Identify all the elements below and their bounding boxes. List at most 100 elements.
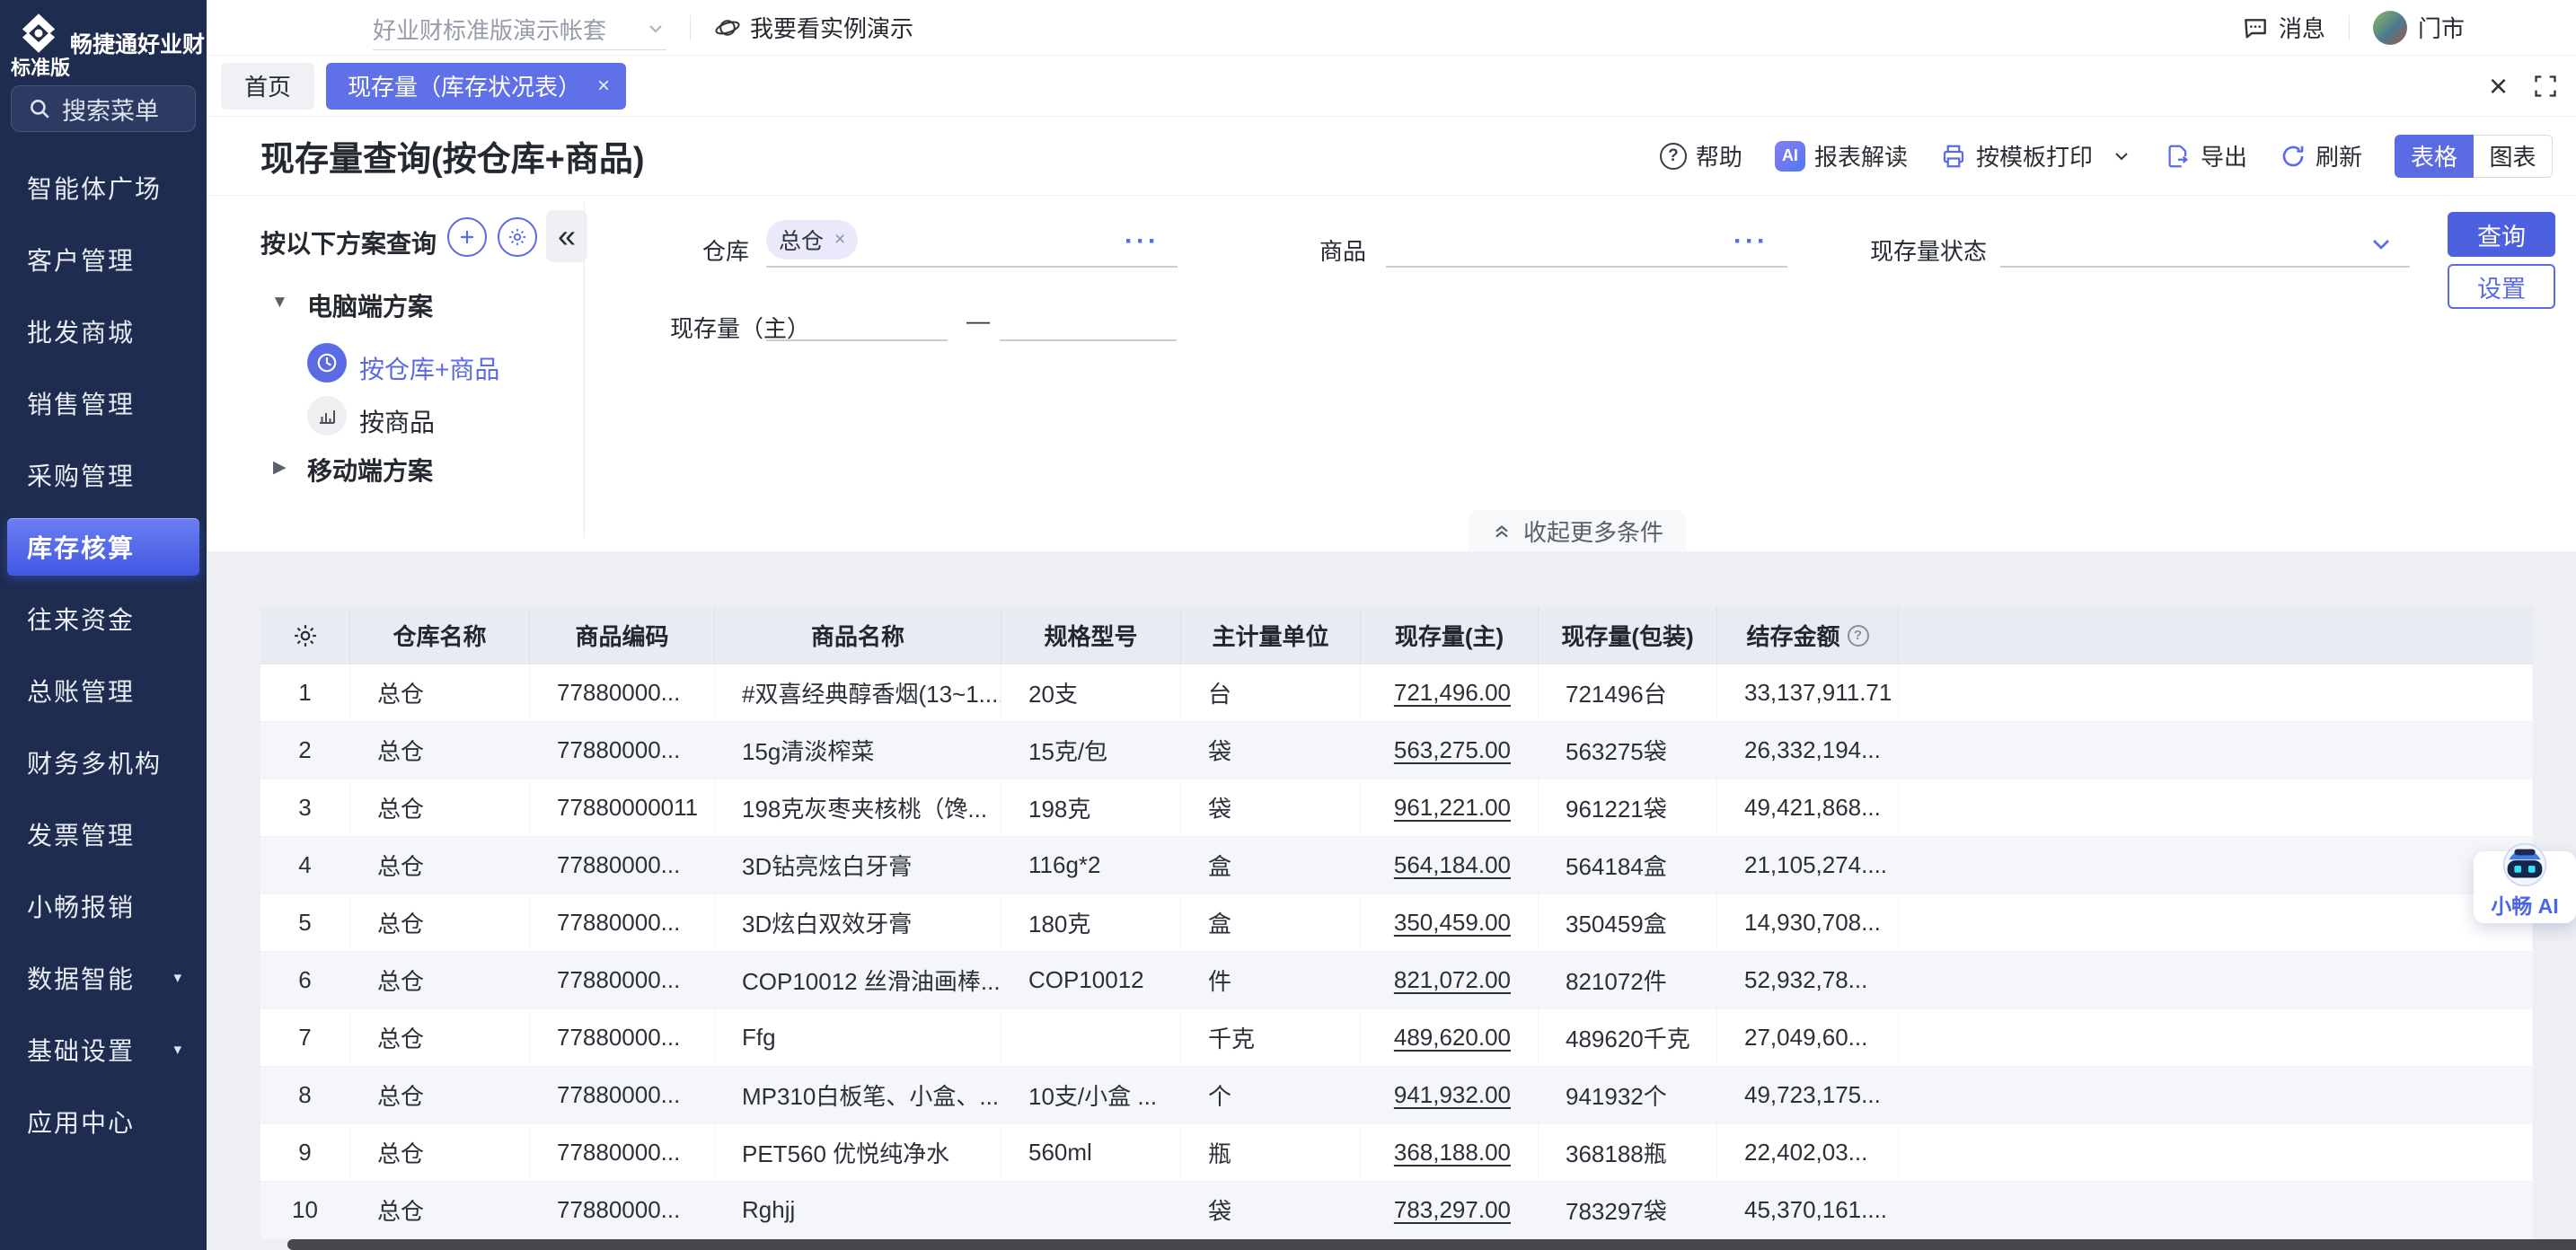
add-scheme-button[interactable] (447, 217, 487, 257)
close-all-tabs-icon[interactable]: × (2489, 70, 2508, 102)
sidebar-item-12[interactable]: 数据智能▾ (7, 949, 199, 1007)
column-header-2[interactable]: 商品编码 (530, 607, 715, 665)
tab-close-icon[interactable]: × (597, 74, 610, 99)
settings-button[interactable]: 设置 (2448, 264, 2555, 309)
horizontal-scrollbar[interactable] (287, 1239, 2576, 1250)
sidebar-item-13[interactable]: 基础设置▾ (7, 1021, 199, 1078)
cell-blank (1899, 665, 2533, 722)
cell-qty[interactable]: 961,221.00 (1361, 779, 1539, 837)
column-header-3[interactable]: 商品名称 (715, 607, 1001, 665)
cell-amount: 27,049,60... (1717, 1009, 1899, 1067)
column-header-7[interactable]: 现存量(包装) (1539, 607, 1717, 665)
scheme-item-product[interactable]: 按商品 (359, 403, 435, 439)
cell-qty[interactable]: 368,188.00 (1361, 1124, 1539, 1182)
caret-right-icon[interactable]: ▶ (273, 457, 287, 478)
cell-qty[interactable]: 564,184.00 (1361, 837, 1539, 894)
caret-down-icon[interactable]: ▼ (271, 293, 288, 312)
row-number: 7 (260, 1009, 350, 1067)
cell-text: 77880000... (557, 736, 680, 764)
sidebar-item-10[interactable]: 发票管理 (7, 805, 199, 863)
stock-status-select[interactable] (2000, 266, 2410, 268)
cell-qty[interactable]: 721,496.00 (1361, 665, 1539, 722)
cell-name: PET560 优悦纯净水 (715, 1124, 1001, 1182)
sidebar-item-label: 批发商城 (27, 313, 135, 349)
sidebar-item-1[interactable]: 智能体广场 (7, 159, 199, 216)
help-label: 帮助 (1696, 139, 1742, 172)
cell-qty[interactable]: 941,932.00 (1361, 1067, 1539, 1124)
tab-home[interactable]: 首页 (221, 63, 314, 110)
ai-assistant-widget[interactable]: 小畅 AI (2474, 851, 2576, 923)
column-header-8[interactable]: 结存金额? (1717, 607, 1899, 665)
print-template-button[interactable]: 按模板打印 (1940, 139, 2132, 172)
refresh-label: 刷新 (2316, 139, 2362, 172)
column-header-label: 主计量单位 (1212, 619, 1328, 652)
sidebar-item-4[interactable]: 销售管理 (7, 374, 199, 432)
qty-link: 489,620.00 (1394, 1024, 1511, 1052)
column-header-1[interactable]: 仓库名称 (350, 607, 530, 665)
sidebar-item-2[interactable]: 客户管理 (7, 231, 199, 288)
column-header-4[interactable]: 规格型号 (1001, 607, 1181, 665)
search-button[interactable]: 查询 (2448, 212, 2555, 257)
sidebar-item-9[interactable]: 财务多机构 (7, 734, 199, 791)
product-input[interactable] (1386, 266, 1787, 268)
cell-qty[interactable]: 350,459.00 (1361, 894, 1539, 952)
chevron-down-icon[interactable] (2111, 145, 2132, 167)
ai-interpret-button[interactable]: AI 报表解读 (1775, 139, 1908, 172)
scheme-item-warehouse-product[interactable]: 按仓库+商品 (359, 350, 499, 386)
messages-button[interactable]: 消息 (2241, 11, 2325, 44)
cell-code: 77880000... (530, 1067, 715, 1124)
cell-text: 1 (298, 679, 311, 707)
qty-link: 941,932.00 (1394, 1081, 1511, 1109)
tab-stock-report[interactable]: 现存量（库存状况表） × (326, 63, 626, 110)
cell-text: 15g清淡榨菜 (742, 734, 874, 767)
warehouse-tag-label: 总仓 (779, 224, 824, 256)
table-area: 仓库名称商品编码商品名称规格型号主计量单位现存量(主)现存量(包装)结存金额? 1… (207, 551, 2576, 1250)
cell-blank (1899, 837, 2533, 894)
cell-qty-pkg: 821072件 (1539, 952, 1717, 1009)
qty-min-input[interactable] (766, 339, 948, 341)
sidebar-item-11[interactable]: 小畅报销 (7, 877, 199, 935)
chevron-down-icon[interactable] (2367, 230, 2395, 259)
warehouse-tag[interactable]: 总仓 × (766, 220, 858, 260)
sidebar-item-14[interactable]: 应用中心 (7, 1093, 199, 1150)
fullscreen-icon[interactable] (2533, 74, 2558, 99)
export-button[interactable]: 导出 (2165, 139, 2247, 172)
search-menu[interactable]: 搜索菜单 (11, 85, 196, 132)
help-button[interactable]: ? 帮助 (1660, 139, 1742, 172)
qty-max-input[interactable] (1000, 339, 1177, 341)
cell-qty-pkg: 350459盒 (1539, 894, 1717, 952)
column-header-6[interactable]: 现存量(主) (1361, 607, 1539, 665)
cell-qty[interactable]: 489,620.00 (1361, 1009, 1539, 1067)
tree-group-pc[interactable]: 电脑端方案 (307, 287, 433, 323)
sidebar-item-7[interactable]: 往来资金 (7, 590, 199, 647)
row-number: 8 (260, 1067, 350, 1124)
demo-link[interactable]: 我要看实例演示 (714, 11, 913, 44)
column-header-5[interactable]: 主计量单位 (1181, 607, 1361, 665)
view-chart-button[interactable]: 图表 (2474, 135, 2553, 178)
cell-qty[interactable]: 563,275.00 (1361, 722, 1539, 779)
view-table-button[interactable]: 表格 (2395, 135, 2474, 178)
tree-group-mobile[interactable]: 移动端方案 (307, 452, 433, 488)
user-menu[interactable]: 门市 (2373, 11, 2465, 45)
cell-qty[interactable]: 783,297.00 (1361, 1182, 1539, 1239)
scheme-settings-button[interactable] (498, 217, 537, 257)
sidebar-item-8[interactable]: 总账管理 (7, 662, 199, 719)
cell-spec: 20支 (1001, 665, 1181, 722)
ai-assistant-label: 小畅 AI (2491, 889, 2558, 920)
collapse-more-button[interactable]: 收起更多条件 (1469, 510, 1686, 551)
collapse-panel-button[interactable]: « (546, 210, 587, 262)
cell-text: 20支 (1028, 676, 1078, 709)
tag-remove-icon[interactable]: × (834, 229, 845, 251)
cell-qty[interactable]: 821,072.00 (1361, 952, 1539, 1009)
sidebar-item-6[interactable]: 库存核算 (7, 518, 199, 576)
account-selector[interactable]: 好业财标准版演示帐套 (373, 8, 666, 50)
column-settings-button[interactable] (260, 607, 350, 665)
product-more-icon[interactable]: ··· (1734, 226, 1769, 257)
sidebar: 畅捷通好业财 标准版 搜索菜单 智能体广场客户管理批发商城销售管理采购管理库存核… (0, 0, 207, 1250)
warehouse-input[interactable] (766, 266, 1178, 268)
warehouse-more-icon[interactable]: ··· (1125, 226, 1160, 257)
sidebar-item-5[interactable]: 采购管理 (7, 446, 199, 504)
refresh-button[interactable]: 刷新 (2280, 139, 2362, 172)
cell-text: 袋 (1208, 734, 1231, 767)
sidebar-item-3[interactable]: 批发商城 (7, 303, 199, 360)
